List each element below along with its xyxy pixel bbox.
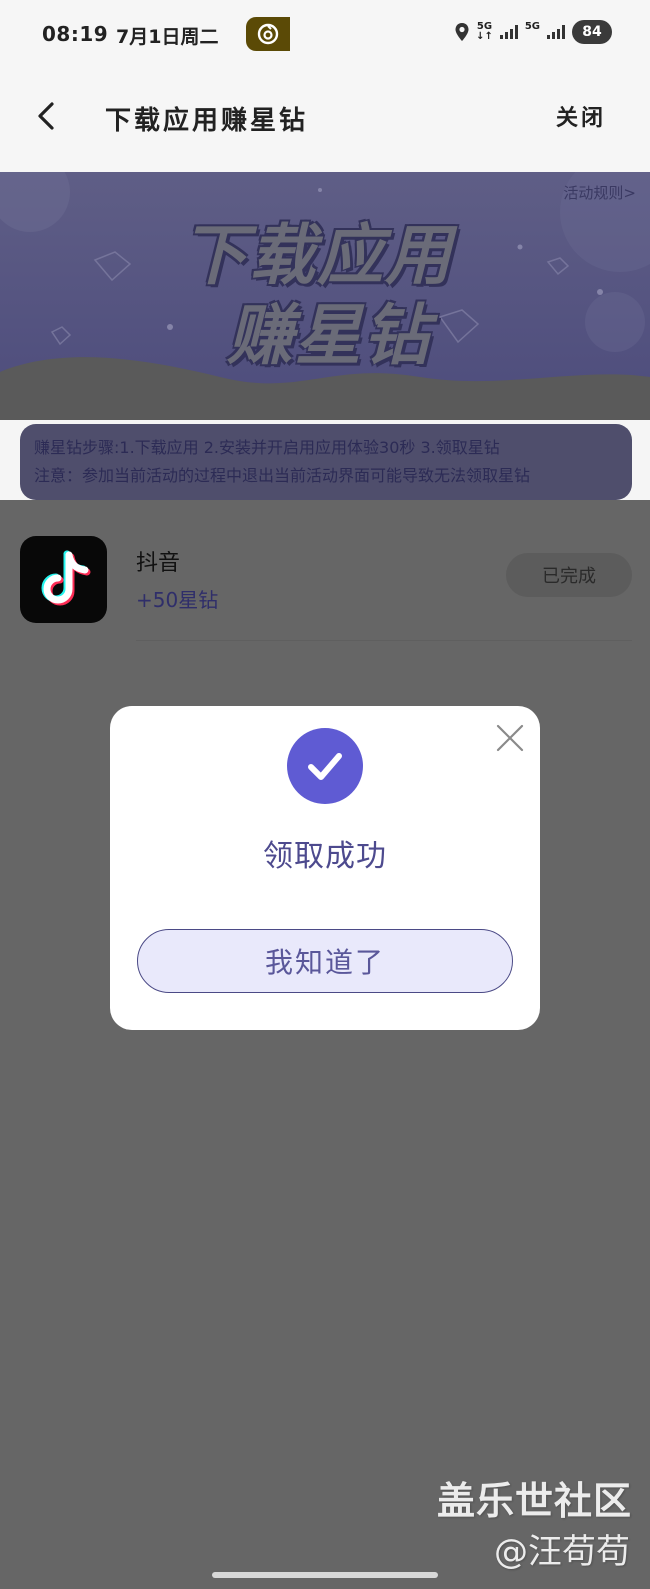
notice-text: 注意：参加当前活动的过程中退出当前活动界面可能导致无法领取星钻: [34, 466, 531, 485]
network-type-icon-2: 5G: [525, 22, 540, 42]
acknowledge-button[interactable]: 我知道了: [137, 929, 513, 993]
activity-rules-link[interactable]: 活动规则>: [563, 182, 636, 203]
steps-info-box: 赚星钻步骤:1.下载应用 2.安装并开启用应用体验30秒 3.领取星钻 注意：参…: [20, 424, 632, 500]
steps-text: 赚星钻步骤:1.下载应用 2.安装并开启用应用体验30秒 3.领取星钻: [34, 438, 500, 457]
tiktok-logo-icon: [41, 550, 90, 605]
tiktok-app-icon[interactable]: [20, 536, 107, 623]
location-icon: [455, 23, 469, 41]
network-type-icon: 5G ↓↑: [476, 21, 493, 42]
status-icons: 5G ↓↑ 5G 84: [454, 20, 612, 44]
banner-headline-2: 赚星钻: [227, 297, 431, 374]
dialog-close-button[interactable]: [494, 722, 526, 754]
chevron-left-icon: [38, 102, 54, 130]
close-button[interactable]: 关闭: [556, 100, 606, 132]
status-bar: 08:19 7月1日周二 5G ↓↑ 5G 84: [0, 0, 650, 72]
signal-icon: [499, 25, 518, 39]
status-time: 08:19: [42, 22, 109, 46]
watermark-author: @汪苟苟: [494, 1532, 630, 1572]
close-icon: [496, 724, 524, 752]
content-area: [0, 500, 650, 1589]
promo-banner: 下载应用 赚星钻 活动规则>: [0, 172, 650, 420]
checkmark-icon: [308, 753, 342, 780]
list-divider: [136, 640, 632, 641]
success-dialog: 领取成功 我知道了: [110, 706, 540, 1030]
battery-icon: 84: [572, 20, 612, 44]
completed-status-button[interactable]: 已完成: [506, 553, 632, 597]
network-label-1: 5G: [476, 21, 493, 32]
signal-icon-2: [547, 25, 565, 39]
success-check-icon: [287, 728, 363, 804]
back-button[interactable]: [30, 94, 70, 138]
watermark-community: 盖乐世社区: [436, 1479, 632, 1523]
status-date: 7月1日周二: [116, 26, 219, 48]
battery-level: 84: [582, 24, 602, 40]
app-name: 抖音: [136, 551, 181, 576]
app-reward: +50星钻: [136, 588, 219, 612]
dialog-title: 领取成功: [263, 839, 387, 874]
nav-bar: 下载应用赚星钻 关闭: [0, 72, 650, 172]
music-notification-icon: [246, 17, 290, 51]
home-indicator[interactable]: [212, 1572, 438, 1578]
page-title: 下载应用赚星钻: [105, 106, 309, 136]
network-label-2: 5G: [524, 21, 540, 32]
